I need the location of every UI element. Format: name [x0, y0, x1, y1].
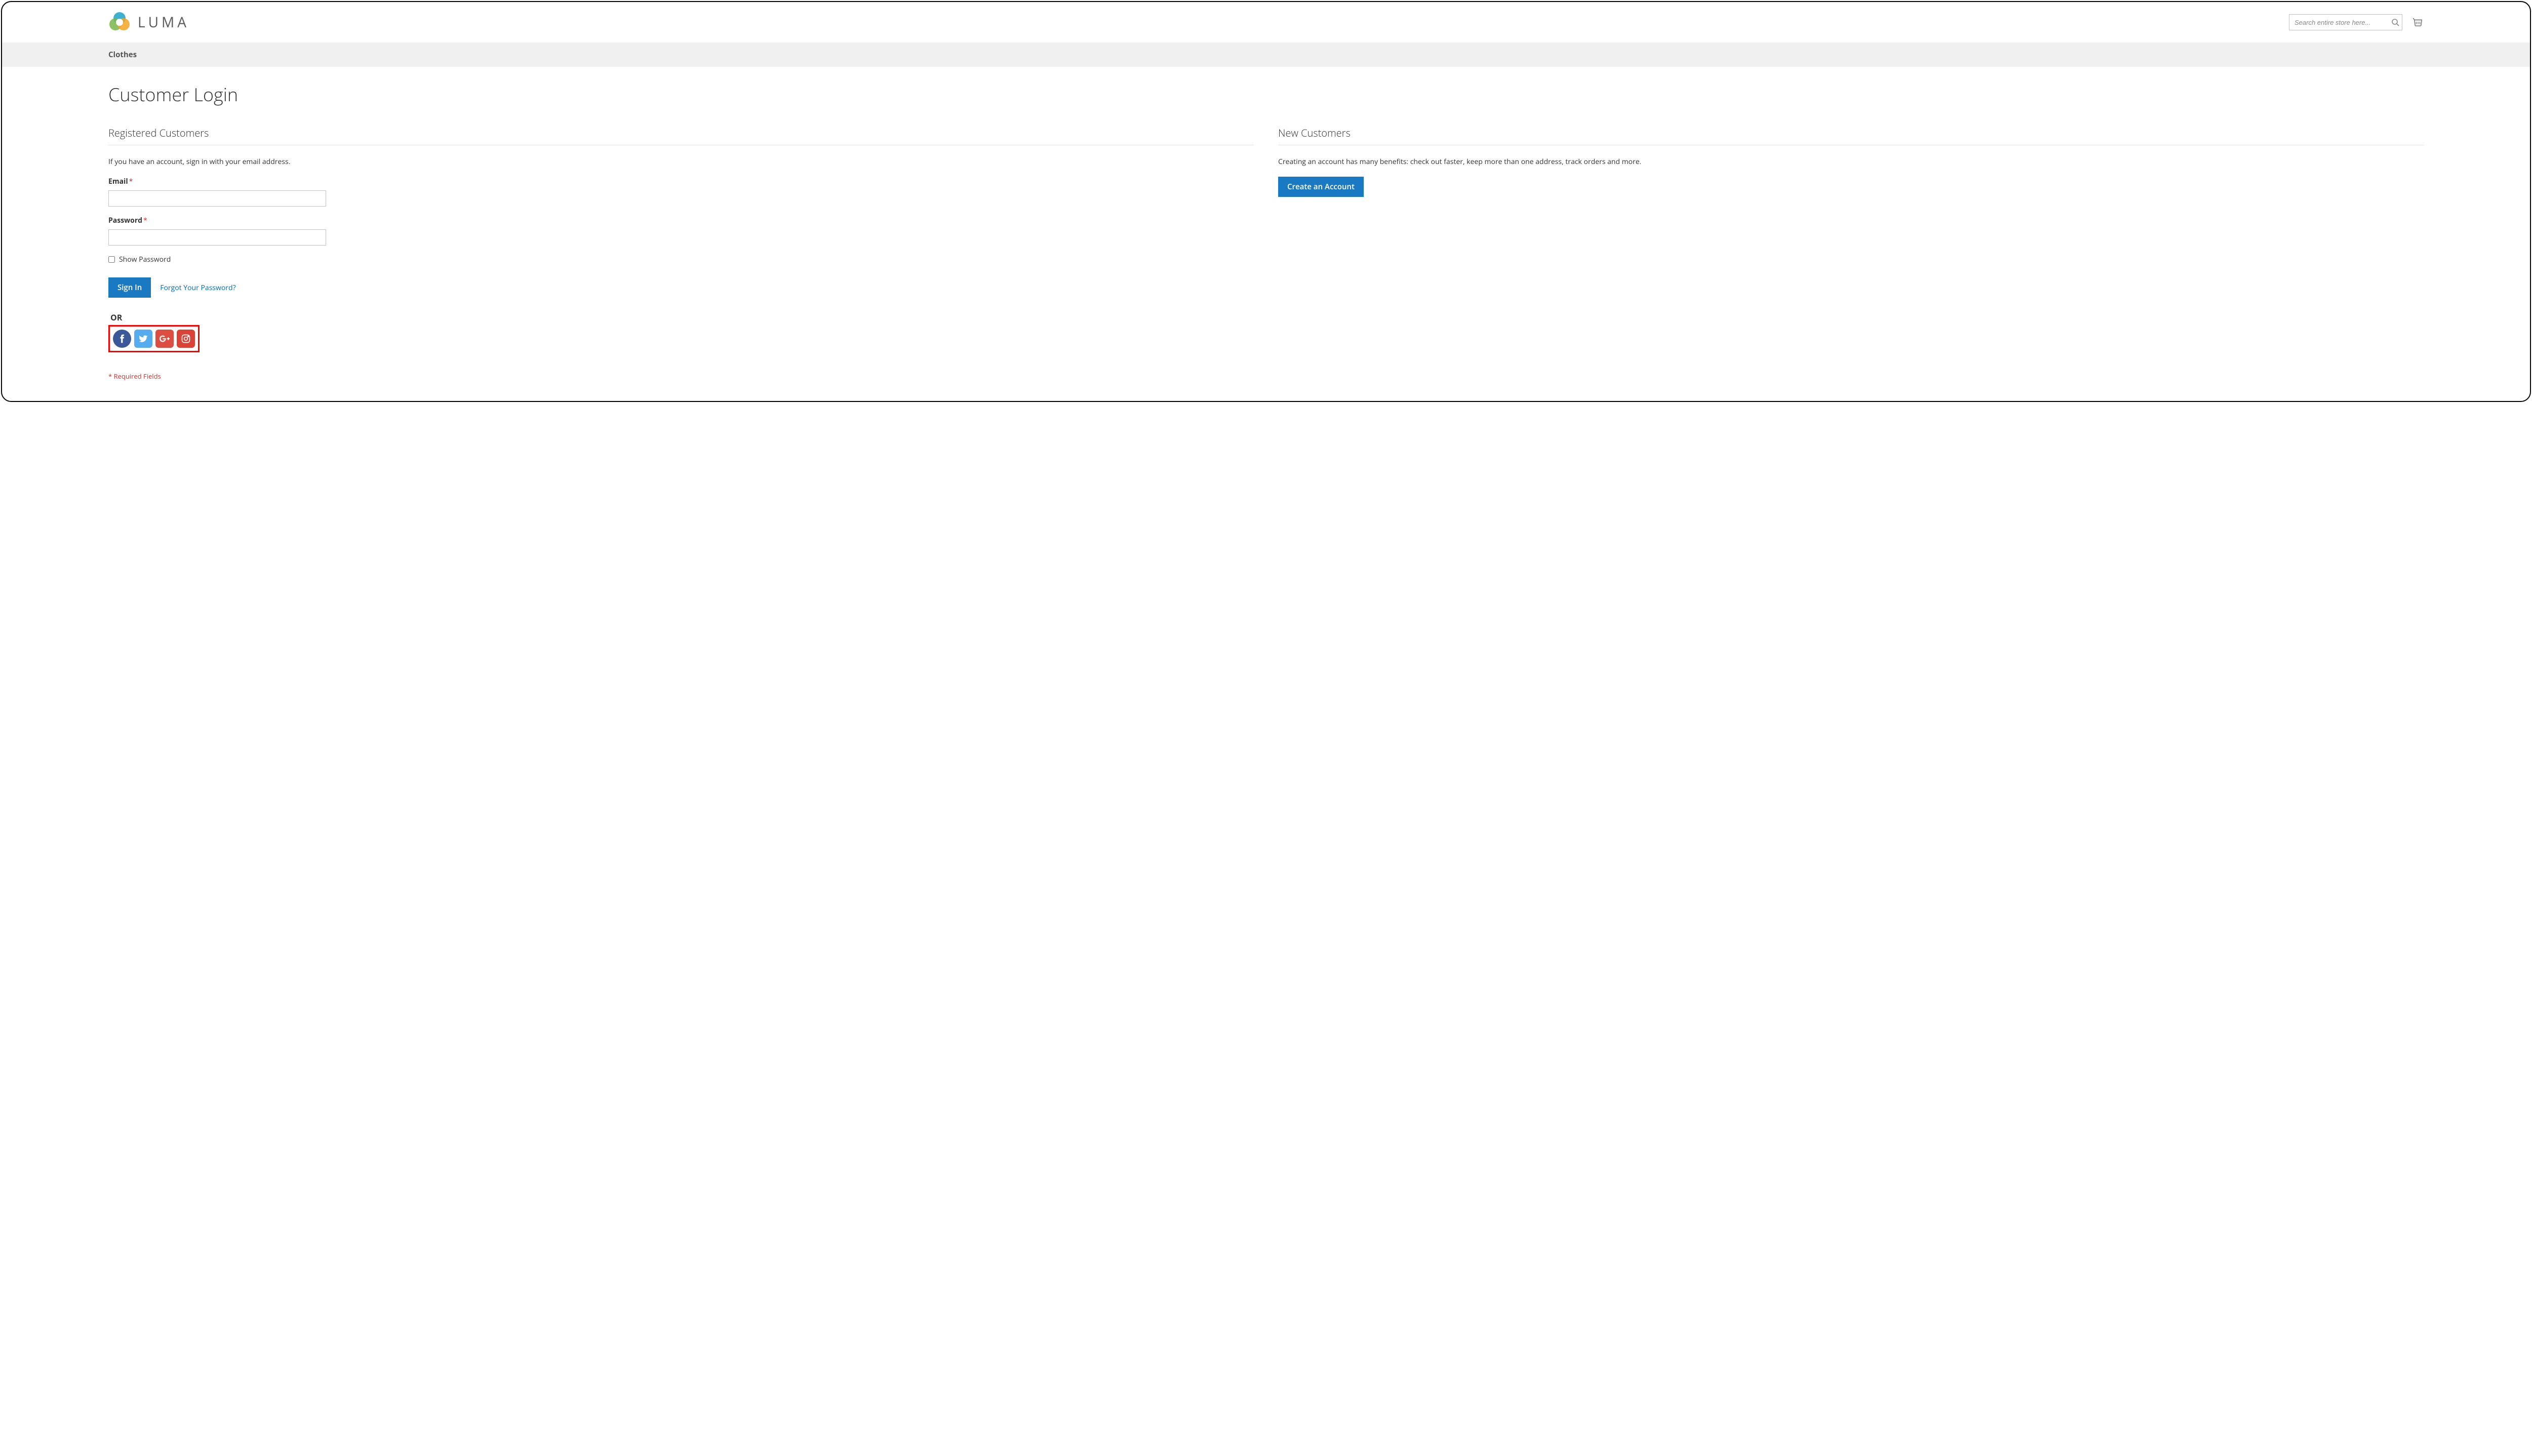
new-customers-section: New Customers Creating an account has ma… — [1278, 126, 2424, 381]
email-field[interactable] — [108, 190, 326, 207]
search-icon[interactable] — [2391, 18, 2399, 26]
twitter-icon — [138, 334, 148, 344]
google-plus-icon — [159, 333, 170, 344]
show-password-label: Show Password — [119, 255, 171, 264]
forgot-password-link[interactable]: Forgot Your Password? — [160, 283, 235, 293]
logo[interactable]: LUMA — [108, 11, 189, 33]
password-field[interactable] — [108, 229, 326, 246]
or-label: OR — [110, 312, 1254, 323]
nav-item-clothes[interactable]: Clothes — [108, 43, 137, 67]
required-star-icon: * — [143, 216, 147, 225]
search-box — [2289, 14, 2402, 30]
instagram-icon — [181, 334, 191, 344]
signin-button[interactable]: Sign In — [108, 277, 151, 298]
create-account-button[interactable]: Create an Account — [1278, 177, 1364, 197]
email-label-text: Email — [108, 177, 128, 186]
cart-icon[interactable] — [2412, 17, 2424, 28]
twitter-login-button[interactable] — [134, 330, 152, 348]
social-login-highlight — [108, 325, 200, 352]
password-label: Password* — [108, 216, 1254, 225]
show-password-checkbox[interactable] — [108, 256, 115, 263]
brand-name: LUMA — [138, 13, 189, 32]
registered-desc: If you have an account, sign in with you… — [108, 156, 1254, 168]
required-fields-note: * Required Fields — [108, 372, 1254, 381]
search-input[interactable] — [2289, 14, 2402, 30]
instagram-login-button[interactable] — [177, 330, 195, 348]
required-star-icon: * — [129, 177, 133, 186]
facebook-icon — [116, 333, 128, 344]
registered-customers-section: Registered Customers If you have an acco… — [108, 126, 1254, 381]
password-label-text: Password — [108, 216, 142, 225]
google-plus-login-button[interactable] — [155, 330, 174, 348]
page-title: Customer Login — [108, 82, 2424, 107]
email-label: Email* — [108, 177, 1254, 186]
registered-heading: Registered Customers — [108, 126, 1254, 145]
newcust-heading: New Customers — [1278, 126, 2424, 145]
luma-logo-icon — [108, 11, 131, 33]
facebook-login-button[interactable] — [113, 330, 131, 348]
newcust-desc: Creating an account has many benefits: c… — [1278, 156, 2424, 168]
